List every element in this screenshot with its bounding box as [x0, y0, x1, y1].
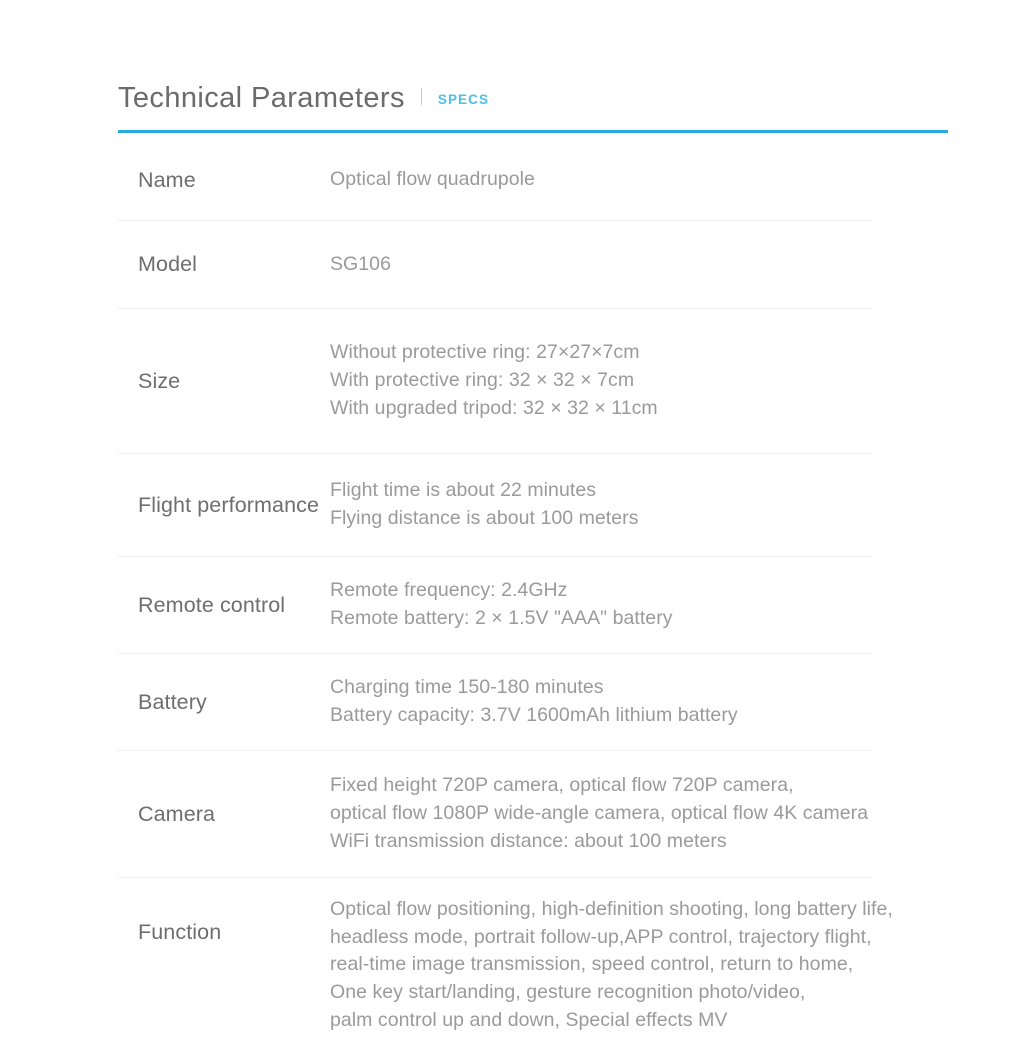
spec-value: Remote frequency: 2.4GHz Remote battery:…	[330, 579, 673, 629]
table-row: Battery Charging time 150-180 minutes Ba…	[118, 653, 908, 750]
spec-value: Flight time is about 22 minutes Flying d…	[330, 479, 639, 529]
table-row: Size Without protective ring: 27×27×7cm …	[118, 308, 908, 453]
specifications-table: Name Optical flow quadrupole Model SG106…	[118, 140, 908, 1037]
spec-value: Fixed height 720P camera, optical flow 7…	[330, 774, 869, 852]
spec-label: Function	[138, 920, 222, 944]
header-accent-rule	[118, 130, 948, 133]
spec-label: Model	[138, 252, 198, 277]
spec-value: Charging time 150-180 minutes Battery ca…	[330, 676, 738, 726]
spec-value: Optical flow positioning, high-definitio…	[330, 898, 893, 1031]
table-row: Remote control Remote frequency: 2.4GHz …	[118, 556, 908, 653]
table-row: Model SG106	[118, 220, 908, 308]
spec-value: SG106	[330, 252, 391, 275]
specs-tag: SPECS	[437, 92, 490, 107]
table-row: Name Optical flow quadrupole	[118, 140, 908, 220]
spec-sheet-page: Technical Parameters SPECS Name Optical …	[0, 0, 1010, 1031]
spec-label: Battery	[138, 689, 207, 714]
spec-label: Size	[138, 368, 181, 393]
spec-header: Technical Parameters SPECS	[118, 84, 950, 113]
header-divider-icon	[420, 88, 422, 105]
table-row: Function Optical flow positioning, high-…	[118, 877, 908, 1037]
spec-value: Without protective ring: 27×27×7cm With …	[330, 341, 658, 419]
spec-label: Remote control	[138, 592, 286, 617]
spec-label: Camera	[138, 801, 216, 826]
table-row: Camera Fixed height 720P camera, optical…	[118, 750, 908, 877]
table-row: Flight performance Flight time is about …	[118, 453, 908, 556]
page-title: Technical Parameters	[118, 82, 405, 114]
spec-label: Flight performance	[138, 492, 320, 517]
spec-label: Name	[138, 167, 196, 192]
spec-value: Optical flow quadrupole	[330, 168, 535, 191]
